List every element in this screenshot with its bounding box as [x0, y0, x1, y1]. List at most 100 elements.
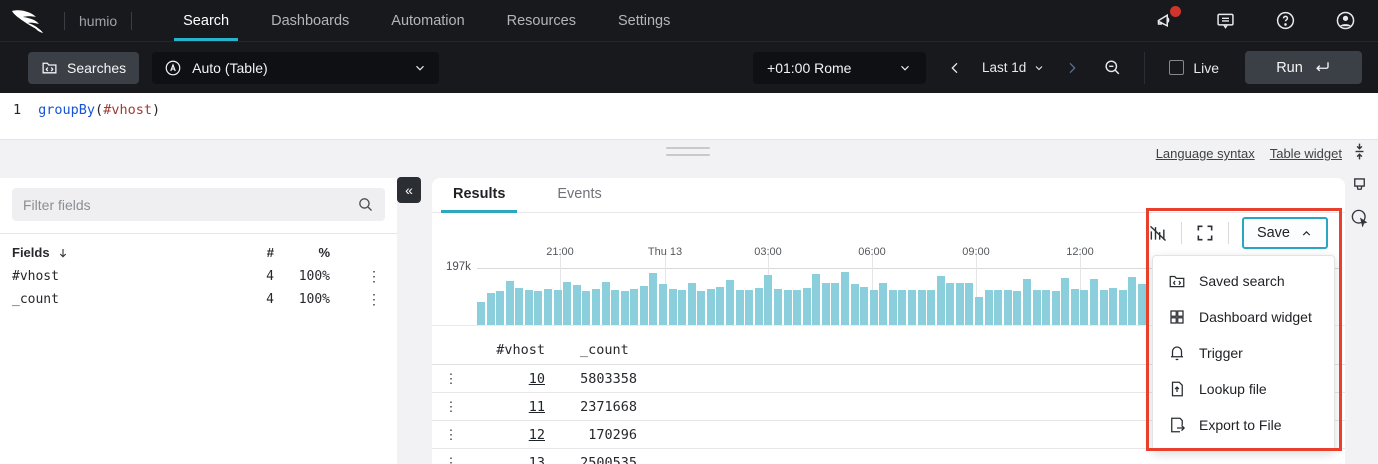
kebab-icon[interactable]: ⋮ [432, 371, 470, 387]
menu-item-saved-search[interactable]: Saved search [1153, 263, 1334, 299]
zoom-out-icon[interactable] [1103, 58, 1122, 77]
help-icon[interactable] [1275, 10, 1296, 31]
nav-item-settings[interactable]: Settings [597, 0, 691, 41]
live-checkbox[interactable] [1169, 60, 1184, 75]
field-row[interactable]: #vhost 4 100% ⋮ [12, 265, 387, 288]
toolbar-right: +01:00 Rome Last 1d Live Run [753, 51, 1362, 84]
notification-dot [1170, 6, 1181, 17]
collapse-panel-button[interactable]: « [397, 177, 421, 203]
chevron-up-icon [1300, 227, 1313, 240]
kebab-icon[interactable]: ⋮ [330, 291, 387, 308]
x-tick-label: 09:00 [962, 246, 990, 258]
count-column-header: # [226, 245, 274, 260]
divider [1181, 222, 1182, 244]
x-tick-label: 03:00 [754, 246, 782, 258]
time-next-icon[interactable] [1064, 60, 1080, 76]
timezone-select[interactable]: +01:00 Rome [753, 52, 926, 84]
tab-events[interactable]: Events [545, 178, 613, 213]
vhost-value-link[interactable]: 11 [529, 399, 545, 415]
chevron-down-icon [413, 61, 427, 75]
kebab-icon[interactable]: ⋮ [432, 455, 470, 464]
field-percent: 100% [274, 292, 330, 307]
sort-desc-icon[interactable] [57, 247, 69, 259]
view-mode-value: Auto (Table) [192, 60, 267, 76]
divider [64, 12, 65, 30]
vhost-value-link[interactable]: 10 [529, 371, 545, 387]
announcement-icon[interactable] [1155, 10, 1176, 31]
click-target-icon[interactable] [1350, 208, 1369, 227]
table-row: ⋮ 13 2500535 [432, 449, 1345, 464]
x-tick-label: 12:00 [1066, 246, 1094, 258]
vhost-value-link[interactable]: 12 [529, 427, 545, 443]
results-actions: Save [1148, 216, 1328, 250]
count-value: 2500535 [580, 455, 690, 464]
kebab-icon[interactable]: ⋮ [330, 268, 387, 285]
fields-header-label[interactable]: Fields [12, 245, 50, 260]
kebab-icon[interactable]: ⋮ [432, 399, 470, 415]
field-name[interactable]: _count [12, 292, 226, 307]
account-icon[interactable] [1335, 10, 1356, 31]
brand-label[interactable]: humio [79, 13, 117, 29]
save-button[interactable]: Save [1242, 217, 1328, 249]
kebab-icon[interactable]: ⋮ [432, 427, 470, 443]
saved-search-icon [1168, 272, 1186, 290]
dashboard-widget-icon [1168, 308, 1186, 326]
time-range-value: Last 1d [982, 60, 1026, 75]
fields-panel: Fields # % #vhost 4 100% ⋮ _count 4 100 [0, 178, 397, 464]
menu-item-dashboard-widget[interactable]: Dashboard widget [1153, 299, 1334, 335]
count-value: 5803358 [580, 371, 690, 387]
resize-handle[interactable] [666, 147, 710, 161]
feedback-icon[interactable] [1215, 10, 1236, 31]
nav-item-dashboards[interactable]: Dashboards [250, 0, 370, 41]
top-nav: humio Search Dashboards Automation Resou… [0, 0, 1378, 41]
searches-label: Searches [67, 60, 126, 76]
field-count: 4 [226, 292, 274, 307]
run-button[interactable]: Run [1245, 51, 1362, 84]
menu-item-label: Trigger [1199, 345, 1243, 361]
highlighter-icon[interactable] [1350, 175, 1369, 194]
y-axis-max-label: 197k [446, 261, 471, 273]
time-range-select[interactable]: Last 1d [982, 60, 1045, 75]
searches-icon [41, 59, 58, 76]
nav-item-automation[interactable]: Automation [370, 0, 485, 41]
menu-item-label: Dashboard widget [1199, 309, 1312, 325]
menu-item-label: Export to File [1199, 417, 1281, 433]
histogram-bars [477, 268, 1146, 325]
query-paren: ( [95, 102, 103, 118]
falcon-logo-icon[interactable] [10, 8, 50, 34]
run-label: Run [1276, 60, 1303, 76]
count-column-header[interactable]: _count [580, 342, 690, 358]
vhost-value-link[interactable]: 13 [529, 455, 545, 464]
collapse-vertical-icon[interactable] [1350, 142, 1369, 161]
live-toggle[interactable]: Live [1169, 60, 1219, 76]
menu-item-export-to-file[interactable]: Export to File [1153, 407, 1334, 443]
field-row[interactable]: _count 4 100% ⋮ [12, 288, 387, 311]
menu-item-label: Saved search [1199, 273, 1285, 289]
time-prev-icon[interactable] [947, 60, 963, 76]
query-editor[interactable]: 1 groupBy(#vhost) [0, 93, 1378, 140]
menu-item-lookup-file[interactable]: Lookup file [1153, 371, 1334, 407]
filter-fields-input[interactable] [23, 197, 357, 213]
main-nav: Search Dashboards Automation Resources S… [162, 0, 691, 41]
language-syntax-link[interactable]: Language syntax [1156, 146, 1255, 161]
field-name[interactable]: #vhost [12, 269, 226, 284]
vhost-column-header[interactable]: #vhost [470, 342, 580, 358]
lookup-file-icon [1168, 380, 1186, 398]
menu-item-trigger[interactable]: Trigger [1153, 335, 1334, 371]
auto-view-icon [164, 59, 182, 77]
percent-column-header: % [274, 245, 330, 260]
doc-links: Language syntax Table widget [1156, 146, 1342, 161]
field-count: 4 [226, 269, 274, 284]
table-widget-link[interactable]: Table widget [1270, 146, 1342, 161]
field-percent: 100% [274, 269, 330, 284]
tab-results[interactable]: Results [441, 178, 517, 213]
nav-item-search[interactable]: Search [162, 0, 250, 41]
count-value: 170296 [580, 427, 690, 443]
fullscreen-icon[interactable] [1195, 223, 1215, 243]
toggle-histogram-icon[interactable] [1148, 223, 1168, 243]
timezone-value: +01:00 Rome [767, 60, 851, 76]
searches-button[interactable]: Searches [28, 52, 139, 84]
search-toolbar: Searches Auto (Table) +01:00 Rome Last 1… [0, 41, 1378, 93]
nav-item-resources[interactable]: Resources [486, 0, 597, 41]
view-mode-select[interactable]: Auto (Table) [152, 52, 439, 84]
